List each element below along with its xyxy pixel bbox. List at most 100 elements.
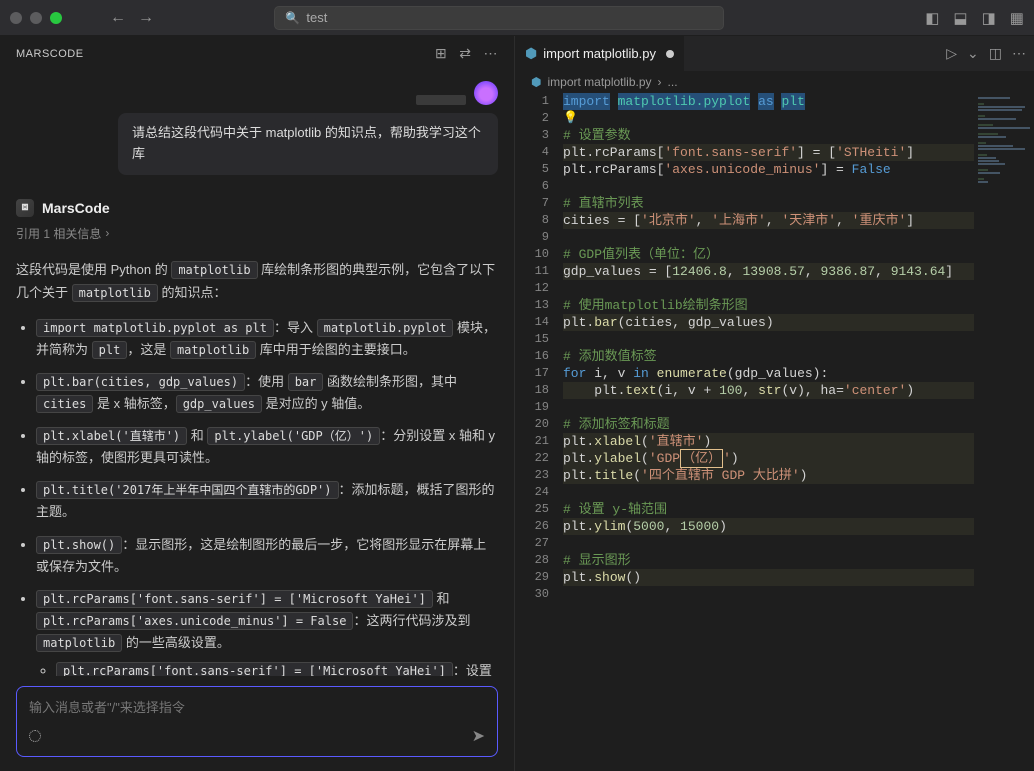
code-line — [563, 399, 974, 416]
chat-area: 请总结这段代码中关于 matplotlib 的知识点，帮助我学习这个库 ⧈ Ma… — [0, 71, 514, 676]
code-line: 💡 — [563, 110, 974, 127]
nav-arrows: ← → — [110, 9, 154, 27]
editor-actions: ▷ ⌄ ◫ ⋯ — [946, 45, 1026, 62]
window-maximize[interactable] — [50, 12, 62, 24]
list-item: plt.xlabel('直辖市') 和 plt.ylabel('GDP（亿）')… — [36, 425, 498, 469]
code-area[interactable]: import matplotlib.pyplot as plt💡# 设置参数 pl… — [563, 93, 974, 771]
code-line: for i, v in enumerate(gdp_values): — [563, 365, 974, 382]
chat-input[interactable]: 输入消息或者"/"来选择指令 ➤ — [16, 686, 498, 757]
code-inline: cities — [36, 395, 93, 413]
breadcrumb-file: import matplotlib.py — [547, 75, 651, 89]
python-file-icon: ⬢ — [531, 75, 541, 89]
editor-more-icon[interactable]: ⋯ — [1012, 45, 1026, 62]
send-icon[interactable]: ➤ — [472, 726, 485, 746]
panel-title: MARSCODE — [16, 48, 84, 60]
list-item: plt.rcParams['font.sans-serif'] = ['Micr… — [56, 660, 498, 676]
code-line: plt.text(i, v + 100, str(v), ha='center'… — [563, 382, 974, 399]
code-inline: plt.ylabel('GDP（亿）') — [207, 427, 380, 445]
code-inline: bar — [288, 373, 324, 391]
new-chat-icon[interactable]: ⊞ — [435, 45, 447, 62]
breadcrumb[interactable]: ⬢ import matplotlib.py › ... — [515, 71, 1034, 93]
bot-header: ⧈ MarsCode — [16, 199, 498, 217]
split-icon[interactable]: ◫ — [989, 45, 1002, 62]
code-line: plt.ylim(5000, 15000) — [563, 518, 974, 535]
code-line: plt.xlabel('直辖市') — [563, 433, 974, 450]
lightbulb-icon[interactable]: 💡 — [563, 110, 578, 127]
window-minimize[interactable] — [30, 12, 42, 24]
code-line: plt.ylabel('GDP（亿）') — [563, 450, 974, 467]
more-icon[interactable]: ⋯ — [484, 45, 499, 62]
chat-panel: MARSCODE ⊞ ⇄ ⋯ 请总结这段代码中关于 matplotlib 的知识… — [0, 36, 515, 771]
code-line: # 设置 y-轴范围 — [563, 501, 974, 518]
code-inline: matplotlib — [72, 284, 158, 302]
avatar — [474, 81, 498, 105]
panel-header: MARSCODE ⊞ ⇄ ⋯ — [0, 36, 514, 71]
code-line: plt.rcParams['axes.unicode_minus'] = Fal… — [563, 161, 974, 178]
code-inline: import matplotlib.pyplot as plt — [36, 319, 274, 337]
list-item: import matplotlib.pyplot as plt：导入 matpl… — [36, 317, 498, 361]
panel-actions: ⊞ ⇄ ⋯ — [435, 45, 498, 62]
list-item: plt.show()：显示图形，这是绘制图形的最后一步，它将图形显示在屏幕上或保… — [36, 534, 498, 578]
tab-label: import matplotlib.py — [543, 46, 656, 61]
list-item: plt.title('2017年上半年中国四个直辖市的GDP')：添加标题，概括… — [36, 479, 498, 523]
code-inline: matplotlib.pyplot — [317, 319, 454, 337]
tab-file[interactable]: ⬢ import matplotlib.py — [515, 36, 685, 71]
window-close[interactable] — [10, 12, 22, 24]
code-inline: matplotlib — [171, 261, 257, 279]
bullet-list: import matplotlib.pyplot as plt：导入 matpl… — [16, 317, 498, 676]
layout-customize-icon[interactable]: ▦ — [1010, 9, 1024, 27]
traffic-lights — [10, 12, 62, 24]
code-line — [563, 484, 974, 501]
code-line: cities = ['北京市', '上海市', '天津市', '重庆市'] — [563, 212, 974, 229]
code-editor[interactable]: 1234567891011121314151617181920212223242… — [515, 93, 1034, 771]
reference-link[interactable]: 引用 1 相关信息 › — [16, 225, 498, 242]
code-line: # GDP值列表（单位：亿） — [563, 246, 974, 263]
code-line — [563, 229, 974, 246]
code-inline: plt.rcParams['font.sans-serif'] = ['Micr… — [56, 662, 453, 676]
layout-secondary-icon[interactable]: ◨ — [982, 9, 996, 27]
code-inline: plt — [92, 341, 128, 359]
code-line — [563, 178, 974, 195]
code-line — [563, 535, 974, 552]
code-line — [563, 586, 974, 603]
layout-primary-icon[interactable]: ◧ — [925, 9, 939, 27]
list-item: plt.bar(cities, gdp_values)：使用 bar 函数绘制条… — [36, 371, 498, 415]
chevron-right-icon: › — [105, 226, 109, 240]
search-text: test — [306, 10, 327, 25]
editor-panel: ⬢ import matplotlib.py ▷ ⌄ ◫ ⋯ ⬢ import … — [515, 36, 1034, 771]
breadcrumb-more: ... — [668, 75, 678, 89]
gutter: 1234567891011121314151617181920212223242… — [515, 93, 563, 771]
list-item: plt.rcParams['font.sans-serif'] = ['Micr… — [36, 588, 498, 676]
python-file-icon: ⬢ — [525, 45, 537, 62]
nav-forward-icon[interactable]: → — [138, 9, 154, 27]
spinner-icon — [29, 730, 41, 742]
command-search-input[interactable]: 🔍 test — [274, 6, 724, 30]
nav-back-icon[interactable]: ← — [110, 9, 126, 27]
tabs: ⬢ import matplotlib.py — [515, 36, 685, 71]
input-bottom: ➤ — [29, 726, 485, 746]
minimap[interactable] — [974, 93, 1034, 771]
code-line: plt.bar(cities, gdp_values) — [563, 314, 974, 331]
code-inline: gdp_values — [176, 395, 262, 413]
code-line: # 设置参数 — [563, 127, 974, 144]
code-line: plt.show() — [563, 569, 974, 586]
user-bubble: 请总结这段代码中关于 matplotlib 的知识点，帮助我学习这个库 — [118, 113, 498, 175]
run-icon[interactable]: ▷ — [946, 45, 957, 62]
user-row — [16, 81, 498, 105]
code-line: import matplotlib.pyplot as plt — [563, 93, 974, 110]
code-inline: plt.rcParams['axes.unicode_minus'] = Fal… — [36, 612, 353, 630]
titlebar: ← → 🔍 test ◧ ⬓ ◨ ▦ — [0, 0, 1034, 36]
code-inline: plt.show() — [36, 536, 122, 554]
code-line: # 添加标签和标题 — [563, 416, 974, 433]
input-placeholder: 输入消息或者"/"来选择指令 — [29, 697, 485, 716]
settings-icon[interactable]: ⇄ — [459, 45, 471, 62]
code-inline: plt.xlabel('直辖市') — [36, 427, 187, 445]
code-inline: plt.bar(cities, gdp_values) — [36, 373, 245, 391]
reference-text: 引用 1 相关信息 — [16, 225, 101, 242]
user-message: 请总结这段代码中关于 matplotlib 的知识点，帮助我学习这个库 — [16, 113, 498, 175]
bot-name: MarsCode — [42, 200, 110, 216]
dirty-indicator-icon — [666, 50, 674, 58]
input-area: 输入消息或者"/"来选择指令 ➤ — [0, 676, 514, 771]
layout-bottom-icon[interactable]: ⬓ — [953, 9, 967, 27]
run-dropdown-icon[interactable]: ⌄ — [967, 45, 979, 62]
